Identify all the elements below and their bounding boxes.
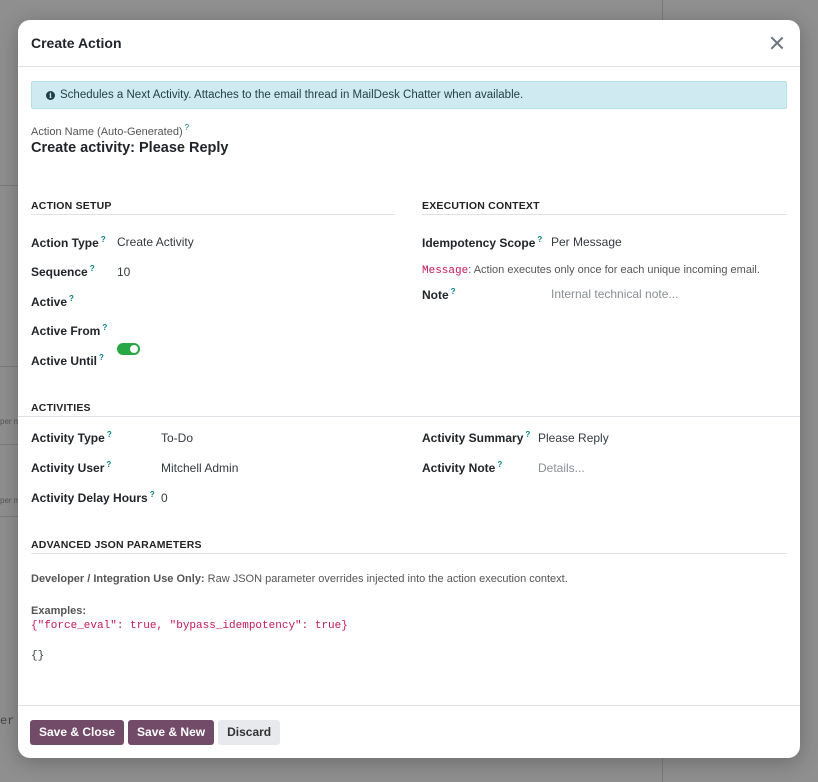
- examples-label: Examples:: [31, 605, 87, 617]
- section-title-advanced-json: ADVANCED JSON PARAMETERS: [31, 539, 202, 551]
- developer-note: Developer / Integration Use Only: Raw JS…: [31, 573, 568, 585]
- idempotency-scope-select[interactable]: Per Message: [551, 235, 622, 249]
- activity-note-input[interactable]: Details...: [538, 461, 585, 475]
- section-title-action-setup: ACTION SETUP: [31, 200, 112, 212]
- action-name-value[interactable]: Create activity: Please Reply: [31, 140, 228, 156]
- field-label-activity-delay-hours: Activity Delay Hours?: [31, 490, 155, 505]
- save-new-button[interactable]: Save & New: [128, 719, 215, 745]
- save-close-button[interactable]: Save & Close: [30, 719, 125, 745]
- field-label-active-from: Active From?: [31, 323, 108, 338]
- activity-summary-input[interactable]: Please Reply: [538, 431, 609, 445]
- background-cell-text: per m: [0, 496, 18, 505]
- activity-delay-hours-input[interactable]: 0: [161, 491, 168, 505]
- field-label-action-type: Action Type?: [31, 235, 106, 250]
- action-name-label-wrap: Action Name (Auto-Generated)?: [31, 123, 189, 138]
- json-parameters-editor[interactable]: {}: [31, 650, 787, 690]
- developer-note-label: Developer / Integration Use Only:: [31, 573, 205, 585]
- section-divider: [18, 416, 800, 417]
- activity-user-select[interactable]: Mitchell Admin: [161, 461, 238, 475]
- active-until-input[interactable]: [117, 353, 377, 369]
- help-icon[interactable]: ?: [497, 460, 502, 469]
- create-action-dialog: Create Action i Schedules a Next Activit…: [18, 20, 800, 758]
- alert-text: Schedules a Next Activity. Attaches to t…: [60, 89, 524, 101]
- background-rule: [0, 444, 18, 445]
- section-title-activities: ACTIVITIES: [31, 402, 91, 414]
- active-from-input[interactable]: [117, 323, 377, 339]
- help-icon[interactable]: ?: [525, 430, 530, 439]
- discard-button[interactable]: Discard: [218, 719, 281, 745]
- json-example-code: {"force_eval": true, "bypass_idempotency…: [31, 620, 348, 632]
- help-icon[interactable]: ?: [451, 287, 456, 296]
- help-icon[interactable]: ?: [102, 323, 107, 332]
- help-icon[interactable]: ?: [537, 235, 542, 244]
- action-type-value[interactable]: Create Activity: [117, 235, 194, 249]
- section-divider: [31, 214, 395, 215]
- field-label-idempotency-scope: Idempotency Scope?: [422, 235, 543, 250]
- field-label-activity-type: Activity Type?: [31, 430, 112, 445]
- section-divider: [31, 553, 787, 554]
- background-rule: [0, 366, 18, 367]
- info-alert: i Schedules a Next Activity. Attaches to…: [31, 81, 787, 109]
- field-label-sequence: Sequence?: [31, 264, 95, 279]
- sequence-input[interactable]: 10: [117, 265, 130, 279]
- modal-footer: Save & Close Save & New Discard: [18, 705, 800, 758]
- section-title-execution-context: EXECUTION CONTEXT: [422, 200, 540, 212]
- help-icon[interactable]: ?: [107, 430, 112, 439]
- field-label-active: Active?: [31, 294, 74, 309]
- help-icon[interactable]: ?: [185, 123, 189, 132]
- note-input[interactable]: Internal technical note...: [551, 287, 678, 301]
- help-icon[interactable]: ?: [106, 460, 111, 469]
- help-icon[interactable]: ?: [99, 353, 104, 362]
- modal-title: Create Action: [31, 35, 122, 51]
- idempotency-hint: Message: Action executes only once for e…: [422, 264, 760, 277]
- background-cell-text: per m: [0, 417, 18, 426]
- field-label-activity-note: Activity Note?: [422, 460, 503, 475]
- background-rule: [0, 185, 18, 186]
- field-label-note: Note?: [422, 287, 456, 302]
- section-divider: [422, 214, 787, 215]
- field-label-activity-user: Activity User?: [31, 460, 112, 475]
- field-label-activity-summary: Activity Summary?: [422, 430, 531, 445]
- modal-header: Create Action: [18, 20, 800, 67]
- help-icon[interactable]: ?: [69, 294, 74, 303]
- hint-code: Message: [422, 265, 469, 277]
- help-icon[interactable]: ?: [101, 235, 106, 244]
- close-icon[interactable]: [767, 33, 787, 53]
- activity-type-select[interactable]: To-Do: [161, 431, 193, 445]
- help-icon[interactable]: ?: [90, 264, 95, 273]
- action-name-label: Action Name (Auto-Generated): [31, 126, 183, 138]
- background-code-text: er: [0, 714, 15, 728]
- background-rule: [0, 516, 18, 517]
- info-icon: i: [46, 90, 55, 100]
- help-icon[interactable]: ?: [150, 490, 155, 499]
- field-label-active-until: Active Until?: [31, 353, 104, 368]
